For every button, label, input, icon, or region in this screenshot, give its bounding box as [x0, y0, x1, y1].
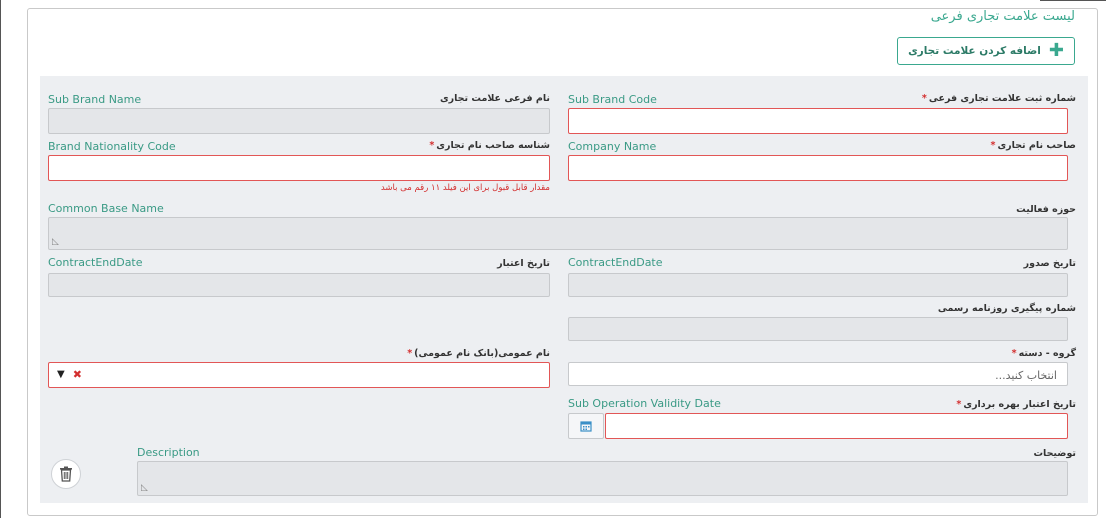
sub-brand-name-label: نام فرعی علامت تجاری [439, 93, 550, 104]
gazette-number-input[interactable] [568, 317, 1068, 341]
common-name-select[interactable]: ▼ ✖ [48, 362, 550, 388]
calendar-button[interactable] [568, 413, 604, 439]
group-category-select[interactable]: انتخاب کنید... [568, 362, 1068, 386]
brand-nationality-code-input[interactable] [48, 155, 550, 181]
sub-brand-fieldset: لیست علامت تجاری فرعی ✚ اضافه کردن علامت… [27, 8, 1098, 516]
gazette-number-label: شماره پیگیری روزنامه رسمی [937, 303, 1076, 314]
clear-icon[interactable]: ✖ [73, 368, 82, 381]
validity-date-en-label: ContractEndDate [48, 256, 143, 269]
brand-nationality-code-en-label: Brand Nationality Code [48, 140, 176, 153]
sub-brand-code-label: شماره ثبت علامت تجاری فرعی* [921, 93, 1076, 104]
issue-date-en-label: ContractEndDate [568, 256, 663, 269]
group-category-placeholder: انتخاب کنید... [995, 369, 1057, 382]
company-name-label: صاحب نام تجاری* [990, 140, 1077, 151]
description-label: توضیحات [1033, 448, 1076, 459]
operation-validity-input[interactable] [605, 413, 1068, 439]
description-textarea[interactable]: ◺ [137, 461, 1068, 496]
add-brand-button-label: اضافه کردن علامت تجاری [908, 45, 1041, 57]
operation-validity-en-label: Sub Operation Validity Date [568, 397, 721, 410]
form-panel: شماره ثبت علامت تجاری فرعی* Sub Brand Co… [40, 76, 1088, 503]
sub-brand-code-input[interactable] [568, 108, 1068, 134]
issue-date-input[interactable] [568, 273, 1068, 297]
common-name-label: نام عمومی(بانک نام عمومی)* [407, 348, 550, 359]
description-en-label: Description [137, 446, 200, 459]
company-name-en-label: Company Name [568, 140, 657, 153]
sub-brand-name-input[interactable] [48, 108, 550, 134]
validity-date-input[interactable] [48, 273, 550, 297]
chevron-down-icon[interactable]: ▼ [57, 369, 65, 380]
window-edge-top [1040, 0, 1106, 1]
resize-grip-icon[interactable]: ◺ [52, 238, 59, 247]
company-name-input[interactable] [568, 155, 1068, 181]
activity-area-label: حوزه فعالیت [1016, 204, 1076, 215]
brand-nationality-code-error: مقدار قابل قبول برای این فیلد ۱۱ رقم می … [380, 183, 550, 193]
section-title: لیست علامت تجاری فرعی [926, 9, 1079, 24]
calendar-icon [580, 421, 592, 432]
trash-icon [60, 466, 72, 482]
resize-grip-icon[interactable]: ◺ [141, 484, 148, 493]
sub-brand-name-en-label: Sub Brand Name [48, 93, 142, 106]
common-name-controls: ▼ ✖ [57, 368, 82, 381]
brand-nationality-code-label: شناسه صاحب نام تجاری* [429, 140, 550, 151]
activity-area-en-label: Common Base Name [48, 202, 164, 215]
validity-date-label: تاریخ اعتبار [497, 258, 550, 269]
delete-button[interactable] [51, 459, 81, 489]
sub-brand-code-en-label: Sub Brand Code [568, 93, 657, 106]
issue-date-label: تاریخ صدور [1023, 258, 1076, 269]
window-edge [0, 0, 1, 518]
operation-validity-label: تاریخ اعتبار بهره برداری* [956, 399, 1076, 410]
plus-icon: ✚ [1048, 40, 1064, 61]
group-category-label: گروه - دسته* [1011, 348, 1076, 359]
add-brand-button[interactable]: ✚ اضافه کردن علامت تجاری [897, 37, 1075, 65]
activity-area-textarea[interactable]: ◺ [48, 217, 1068, 250]
